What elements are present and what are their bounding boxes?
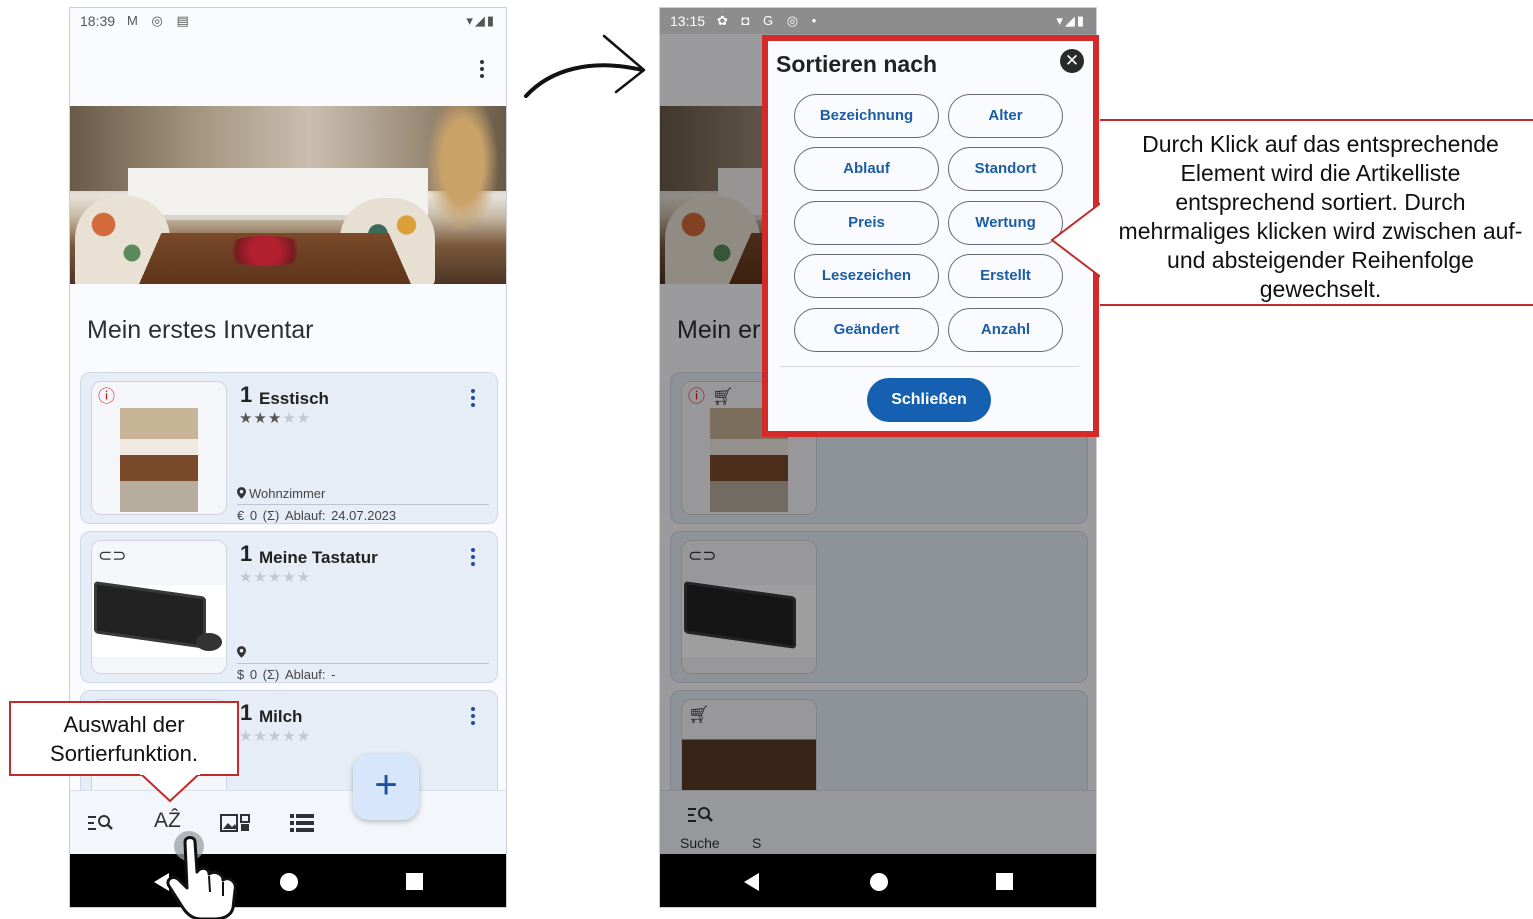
callout-pointer (1050, 200, 1102, 280)
close-icon[interactable]: ✕ (1060, 49, 1084, 73)
notification-icons: ✿ ◘ G ◎ • (717, 13, 822, 28)
sort-by-expiry-button[interactable]: Ablauf (794, 147, 939, 191)
item-quantity: 1 (240, 382, 253, 407)
recents-icon[interactable] (996, 873, 1013, 890)
home-icon[interactable] (870, 873, 888, 891)
status-time: 18:39 (80, 13, 116, 29)
sort-by-location-button[interactable]: Standort (948, 147, 1063, 191)
add-item-button[interactable]: + (353, 754, 419, 820)
sort-dialog: Sortieren nach ✕ Bezeichnung Alter Ablau… (762, 35, 1099, 437)
sort-by-age-button[interactable]: Alter (948, 94, 1063, 138)
item-thumbnail: ⊂⊃ (91, 540, 227, 674)
sort-by-price-button[interactable]: Preis (794, 201, 939, 245)
overflow-menu-icon[interactable] (480, 60, 486, 78)
annotation-sort-selection: Auswahl der Sortierfunktion. (50, 712, 198, 766)
list-item[interactable]: ⓘ 1 Esstisch ★★★★★ Wohnzimmer € 0 (Σ) Ab… (80, 372, 498, 524)
notification-icons: M ◎ ▤ (127, 13, 194, 28)
item-menu-icon[interactable] (471, 707, 477, 725)
location-pin-icon (237, 487, 246, 499)
tap-gesture-hand-icon (166, 831, 237, 919)
dialog-divider (780, 366, 1079, 367)
list-view-icon[interactable] (290, 814, 314, 832)
item-rating: ★★★★★ (239, 569, 312, 586)
transition-arrow-icon (524, 34, 646, 98)
back-icon[interactable] (744, 873, 759, 891)
item-name: Esstisch (259, 389, 329, 408)
item-meta: $ 0 (Σ) Ablauf: - (237, 667, 336, 682)
inventory-title: Mein erstes Inventar (87, 316, 314, 344)
system-navigation-bar (70, 854, 506, 907)
location-pin-icon (237, 646, 246, 658)
dialog-title: Sortieren nach (776, 51, 938, 77)
signal-battery-icons: ▾◢▮ (1056, 13, 1086, 28)
system-navigation-bar (660, 854, 1096, 907)
item-quantity: 1 (240, 700, 253, 725)
item-menu-icon[interactable] (471, 548, 477, 566)
home-icon[interactable] (280, 873, 298, 891)
item-menu-icon[interactable] (471, 389, 477, 407)
status-bar: 13:15 ✿ ◘ G ◎ • ▾◢▮ (660, 8, 1096, 34)
sort-by-rating-button[interactable]: Wertung (948, 201, 1063, 245)
status-time: 13:15 (670, 13, 706, 29)
item-location (237, 645, 249, 660)
recents-icon[interactable] (406, 873, 423, 890)
link-icon: ⊂⊃ (98, 546, 127, 565)
item-rating: ★★★★★ (239, 728, 312, 745)
item-name: Meine Tastatur (259, 548, 378, 567)
status-bar: 18:39 M ◎ ▤ ▾◢▮ (70, 8, 506, 34)
item-name: Milch (259, 707, 303, 726)
sort-by-bookmark-button[interactable]: Lesezeichen (794, 254, 939, 298)
sort-by-count-button[interactable]: Anzahl (948, 308, 1063, 352)
signal-battery-icons: ▾◢▮ (466, 13, 496, 28)
list-item[interactable]: ⊂⊃ 1 Meine Tastatur ★★★★★ $ 0 (Σ) Ablauf… (80, 531, 498, 683)
filter-search-icon[interactable] (88, 813, 114, 833)
inventory-cover-image (70, 106, 506, 284)
item-rating: ★★★★★ (239, 410, 312, 427)
item-thumbnail: ⓘ (91, 381, 227, 515)
sort-by-created-button[interactable]: Erstellt (948, 254, 1063, 298)
bottom-toolbar: AẐ (70, 790, 506, 854)
warning-icon: ⓘ (98, 387, 115, 406)
item-meta: € 0 (Σ) Ablauf: 24.07.2023 (237, 508, 397, 523)
annotation-sort-explanation: Durch Klick auf das entsprechende Elemen… (1118, 131, 1523, 302)
callout-pointer (140, 773, 200, 803)
sort-by-modified-button[interactable]: Geändert (794, 308, 939, 352)
item-location: Wohnzimmer (237, 486, 325, 501)
sort-by-name-button[interactable]: Bezeichnung (794, 94, 939, 138)
item-quantity: 1 (240, 541, 253, 566)
close-dialog-button[interactable]: Schließen (867, 378, 991, 422)
